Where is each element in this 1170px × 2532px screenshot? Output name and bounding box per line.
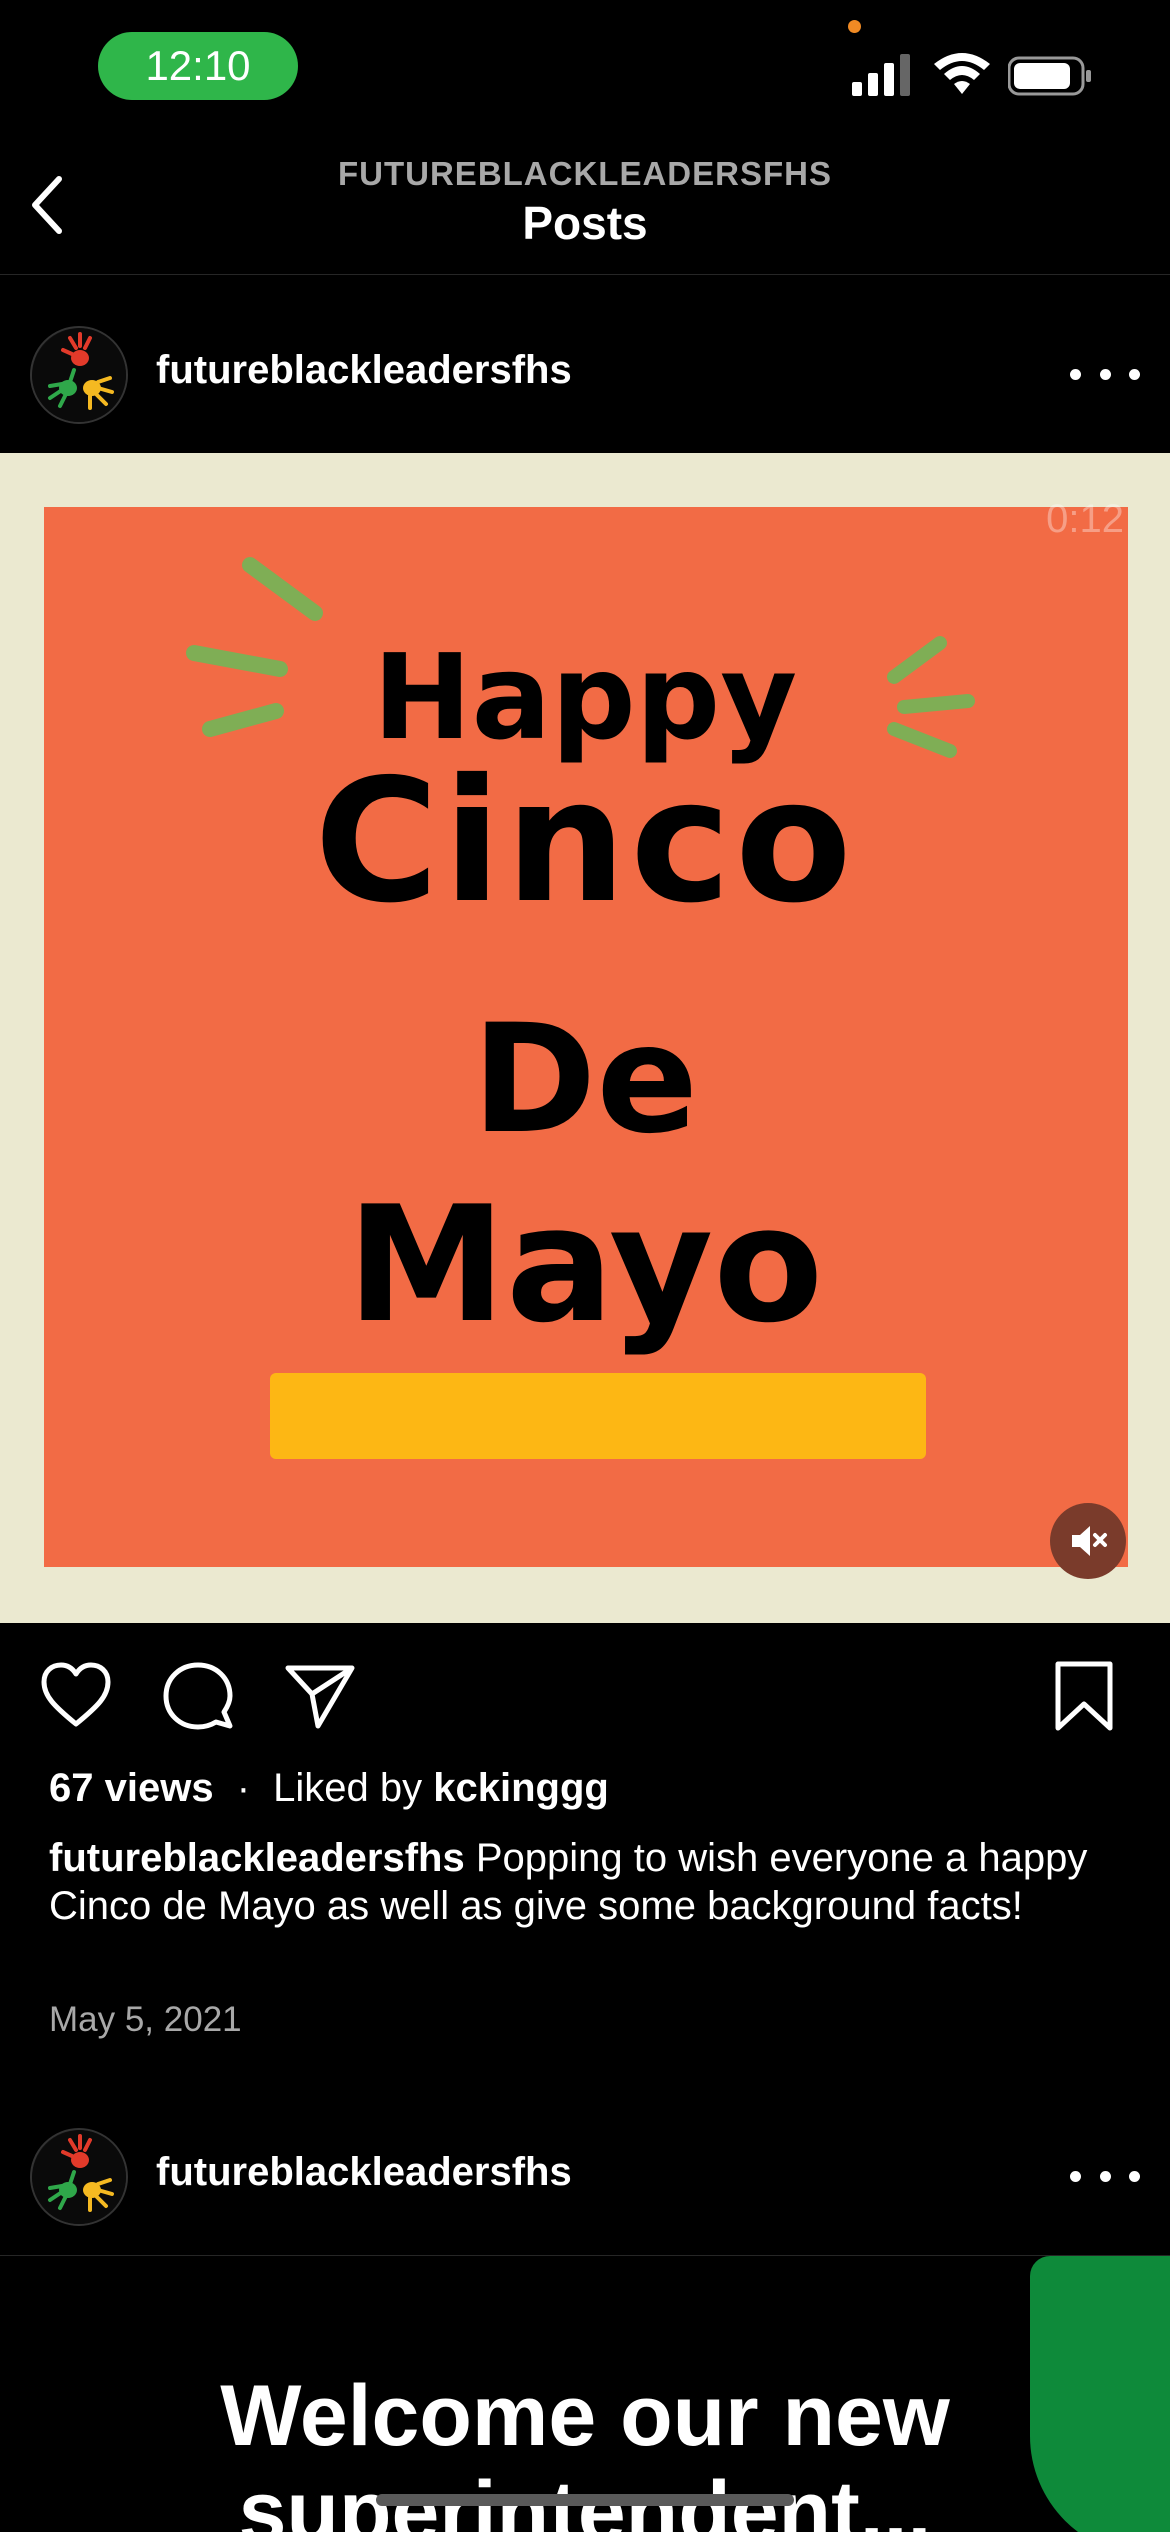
handprints-logo-icon [32, 2130, 126, 2224]
avatar[interactable] [30, 326, 128, 424]
nav-header: FUTUREBLACKLEADERSFHS Posts [0, 130, 1170, 275]
handprints-logo-icon [32, 328, 126, 422]
wifi-icon [934, 53, 990, 94]
image-text-de: De [471, 993, 699, 1167]
status-time: 12:10 [98, 32, 298, 100]
more-icon [1070, 2170, 1081, 2182]
more-options-button[interactable] [1070, 354, 1140, 394]
post-caption: futureblackleadersfhs Popping to wish ev… [49, 1834, 1129, 1930]
post-username[interactable]: futureblackleadersfhs [156, 348, 572, 393]
post-actions [0, 1660, 1170, 1732]
yellow-brush-band [270, 1373, 926, 1459]
image-text-welcome: Welcome our new superintendent... [220, 2368, 950, 2532]
mute-icon [1072, 1526, 1107, 1556]
video-timer: 0:12 [1046, 497, 1124, 541]
image-text-cinco: Cinco [314, 743, 856, 941]
mute-button[interactable] [1050, 1503, 1126, 1579]
caption-username[interactable]: futureblackleadersfhs [49, 1836, 465, 1880]
status-bar: 12:10 [0, 0, 1170, 130]
battery-icon [1008, 56, 1091, 96]
privacy-indicator [848, 20, 861, 33]
heart-icon[interactable] [40, 1660, 112, 1732]
more-options-button-2[interactable] [1070, 2156, 1140, 2196]
page-title: Posts [522, 197, 648, 249]
post-date: May 5, 2021 [49, 2000, 242, 2039]
views-count[interactable]: 67 views [49, 1766, 214, 1810]
profile-name-subtitle: FUTUREBLACKLEADERSFHS [338, 155, 832, 192]
avatar-2[interactable] [30, 2128, 128, 2226]
post-image-2[interactable]: Welcome our new superintendent... [0, 2255, 1170, 2532]
bookmark-icon[interactable] [1048, 1660, 1120, 1732]
share-icon[interactable] [284, 1660, 356, 1732]
cellular-signal-icon [852, 54, 910, 96]
home-indicator[interactable] [376, 2494, 794, 2506]
post-username-2[interactable]: futureblackleadersfhs [156, 2150, 572, 2195]
post-header: futureblackleadersfhs [0, 276, 1170, 452]
comment-icon[interactable] [162, 1660, 234, 1732]
post-video[interactable]: 0:12 Happy Cinco De Mayo [0, 453, 1170, 1623]
post-header-2: futureblackleadersfhs [0, 2078, 1170, 2254]
likes-views-line: 67 views · Liked by kckinggg [49, 1766, 609, 1811]
liked-by-label: Liked by [273, 1766, 423, 1810]
image-text-mayo: Mayo [346, 1171, 824, 1358]
liked-by-user[interactable]: kckinggg [433, 1766, 609, 1810]
more-icon [1070, 368, 1081, 380]
separator-dot: · [236, 1766, 251, 1810]
